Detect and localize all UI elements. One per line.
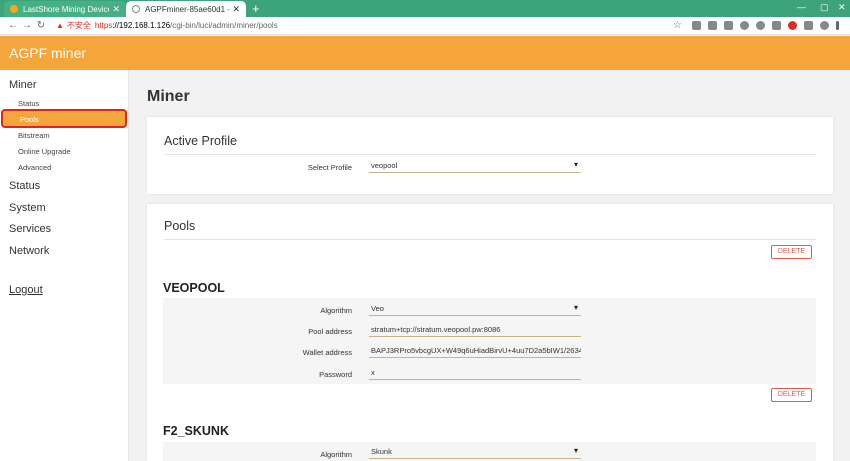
wallet-address-input[interactable]: BAPJ3RPro5vbcgUX+W49q6uHiadBirvU+4uu7D2a… <box>369 344 581 358</box>
browser-tabstrip: LastShore Mining Devices ✕ AGPFminer-85a… <box>0 0 850 17</box>
menu-icon[interactable] <box>836 21 839 30</box>
bookmark-star-icon[interactable]: ☆ <box>673 20 682 31</box>
sidebar-group-services[interactable]: Services <box>9 223 51 235</box>
back-icon[interactable]: ← <box>6 20 20 31</box>
algorithm-dropdown[interactable]: Veo <box>369 302 581 316</box>
url-host: ://192.168.1.126 <box>112 21 171 30</box>
browser-tab-agpf[interactable]: AGPFminer-85ae60d1 - Pools ✕ <box>126 1 246 17</box>
delete-button[interactable]: DELETE <box>771 245 812 259</box>
new-tab-button[interactable]: + <box>252 1 260 16</box>
select-profile-dropdown[interactable]: veopool <box>369 159 581 173</box>
minimize-icon[interactable]: — <box>797 2 806 12</box>
warning-icon: ▲ <box>56 21 64 30</box>
tab-title: LastShore Mining Devices <box>23 4 110 14</box>
extension-icon[interactable] <box>804 21 813 30</box>
divider <box>164 154 816 155</box>
browser-tab-lastshore[interactable]: LastShore Mining Devices ✕ <box>4 1 126 17</box>
address-bar[interactable]: https://192.168.1.126/cgi-bin/luci/admin… <box>95 21 278 30</box>
active-profile-card: Active Profile Select Profile veopool <box>147 117 833 194</box>
password-value: x <box>371 368 375 377</box>
pool-address-label: Pool address <box>308 327 352 336</box>
browser-toolbar: ← → ↻ ▲ 不安全 https://192.168.1.126/cgi-bi… <box>0 17 850 35</box>
section-title: Active Profile <box>164 134 237 148</box>
extension-icon[interactable] <box>692 21 701 30</box>
wallet-address-value: BAPJ3RPro5vbcgUX+W49q6uHiadBirvU+4uu7D2a… <box>371 346 581 355</box>
password-input[interactable]: x <box>369 366 581 380</box>
sidebar-item-pools[interactable]: Pools <box>1 109 127 128</box>
reload-icon[interactable]: ↻ <box>34 20 48 31</box>
extension-icon[interactable] <box>772 21 781 30</box>
algorithm-label: Algorithm <box>320 306 352 315</box>
extension-icon[interactable] <box>756 21 765 30</box>
tab-close-icon[interactable]: ✕ <box>232 4 240 15</box>
select-profile-value: veopool <box>371 161 398 170</box>
maximize-icon[interactable]: ▢ <box>820 2 829 13</box>
page-title: Miner <box>147 88 190 105</box>
tab-close-icon[interactable]: ✕ <box>112 4 120 15</box>
select-profile-label: Select Profile <box>307 163 352 172</box>
sidebar-group-system[interactable]: System <box>9 202 46 214</box>
adblock-icon[interactable] <box>788 21 797 30</box>
url-scheme: https <box>94 21 113 30</box>
extension-icon[interactable] <box>740 21 749 30</box>
algorithm-label: Algorithm <box>320 450 352 459</box>
extension-icon[interactable] <box>708 21 717 30</box>
section-title: Pools <box>164 219 196 233</box>
algorithm-value: Skunk <box>371 447 392 456</box>
security-label: 不安全 <box>66 21 91 30</box>
sidebar-item-status[interactable]: Status <box>18 99 39 108</box>
logout-link[interactable]: Logout <box>9 284 43 296</box>
security-indicator[interactable]: ▲ 不安全 <box>56 20 91 31</box>
app-header: AGPF miner <box>0 36 850 70</box>
sidebar-group-status[interactable]: Status <box>9 180 40 192</box>
extension-icon[interactable] <box>724 21 733 30</box>
profile-icon[interactable] <box>820 21 829 30</box>
pool-name: F2_SKUNK <box>163 424 229 438</box>
sidebar-item-online-upgrade[interactable]: Online Upgrade <box>18 147 71 156</box>
url-path: /cgi-bin/luci/admin/miner/pools <box>170 21 278 30</box>
sidebar-item-advanced[interactable]: Advanced <box>18 163 51 172</box>
sidebar-item-label: Pools <box>20 115 39 124</box>
divider <box>164 239 816 240</box>
sidebar-group-miner[interactable]: Miner <box>9 79 37 91</box>
delete-button[interactable]: DELETE <box>771 388 812 402</box>
sidebar: Miner Status Pools Bitstream Online Upgr… <box>0 70 129 461</box>
wallet-address-label: Wallet address <box>302 348 352 357</box>
algorithm-value: Veo <box>371 304 384 313</box>
pool-address-input[interactable]: stratum+tcp://stratum.veopool.pw:8086 <box>369 323 581 337</box>
sidebar-group-network[interactable]: Network <box>9 245 49 257</box>
sidebar-item-bitstream[interactable]: Bitstream <box>18 131 50 140</box>
forward-icon[interactable]: → <box>20 20 34 31</box>
brand-title[interactable]: AGPF miner <box>9 45 86 61</box>
site-favicon-icon <box>132 5 140 13</box>
pool-name: VEOPOOL <box>163 281 225 295</box>
tab-title: AGPFminer-85ae60d1 - Pools <box>145 4 229 14</box>
site-favicon-icon <box>10 5 18 13</box>
password-label: Password <box>319 370 352 379</box>
pool-address-value: stratum+tcp://stratum.veopool.pw:8086 <box>371 325 501 334</box>
algorithm-dropdown[interactable]: Skunk <box>369 445 581 459</box>
window-close-icon[interactable]: ✕ <box>838 2 846 13</box>
